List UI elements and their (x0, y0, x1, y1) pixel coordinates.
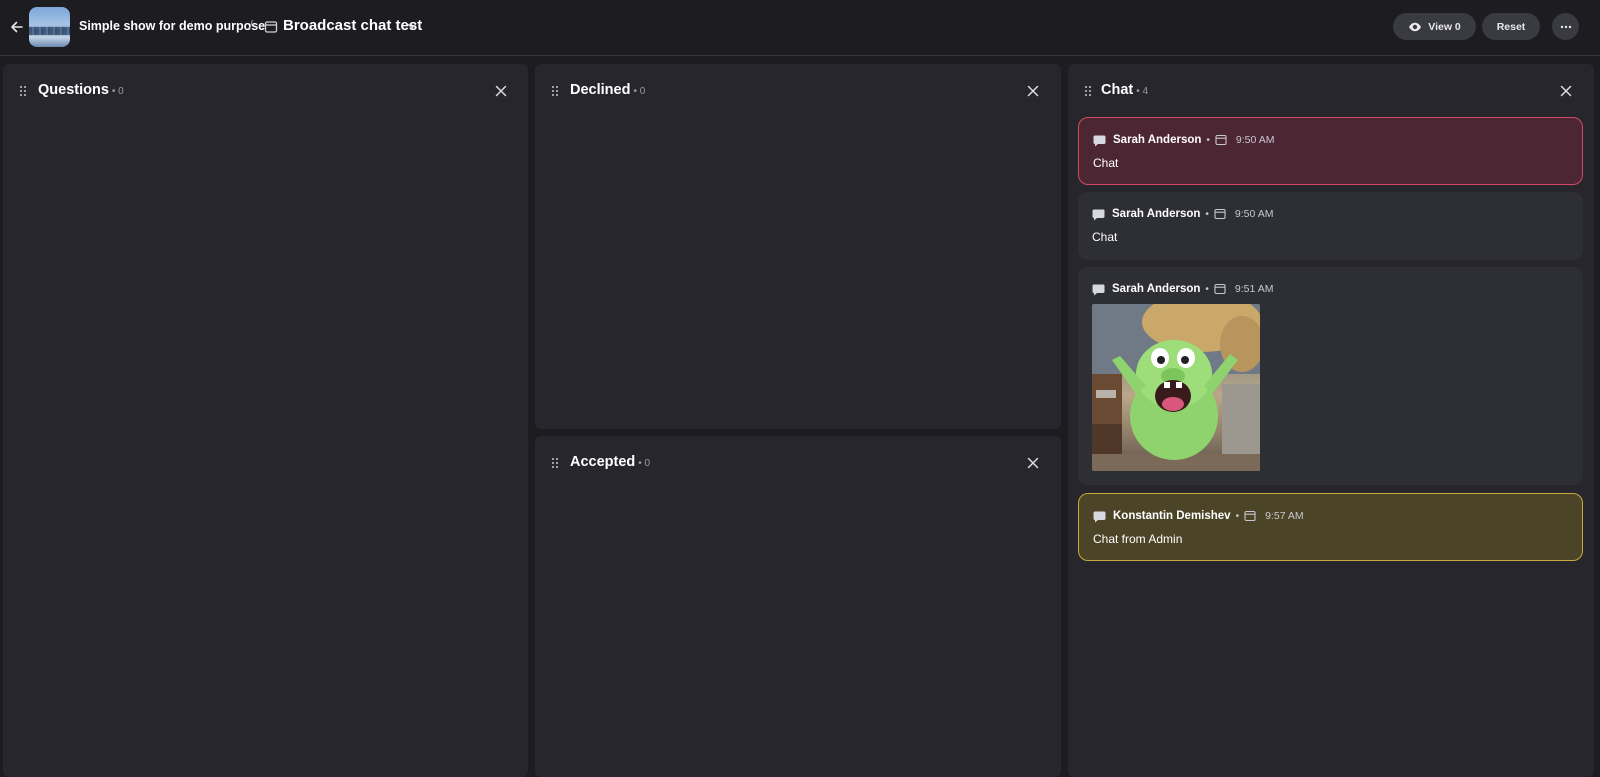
accepted-panel: Accepted • 0 (535, 436, 1061, 777)
close-icon[interactable] (1026, 84, 1040, 98)
panel-title: Accepted • 0 (570, 454, 650, 470)
window-icon (1244, 510, 1256, 522)
window-icon (1215, 134, 1227, 146)
questions-title: Questions (38, 82, 109, 98)
top-bar: Simple show for demo purpose / Broadcast… (0, 0, 1600, 56)
chat-title: Chat (1101, 82, 1134, 98)
window-icon (1214, 283, 1226, 295)
chat-message[interactable]: Konstantin Demishev • 9:57 AM Chat from … (1078, 493, 1583, 561)
drag-handle-icon[interactable] (551, 457, 559, 469)
message-text: Chat from Admin (1093, 532, 1183, 546)
green-character-picture (1092, 304, 1260, 471)
message-separator: • (1235, 510, 1240, 522)
chat-message[interactable]: Sarah Anderson • 9:50 AM Chat (1078, 117, 1583, 185)
drag-handle-icon[interactable] (551, 85, 559, 97)
message-image[interactable] (1092, 304, 1260, 471)
accepted-count: • 0 (638, 458, 651, 469)
message-author: Sarah Anderson (1113, 134, 1202, 146)
chat-message[interactable]: Sarah Anderson • 9:51 AM (1078, 267, 1583, 485)
accepted-title: Accepted (570, 454, 636, 470)
message-time: 9:50 AM (1235, 134, 1275, 146)
show-thumbnail[interactable] (29, 7, 70, 47)
close-icon[interactable] (1026, 456, 1040, 470)
message-header: Sarah Anderson • 9:50 AM (1092, 206, 1273, 222)
drag-handle-icon[interactable] (1084, 85, 1092, 97)
panel-title: Chat • 4 (1101, 82, 1148, 98)
message-text: Chat (1093, 156, 1119, 170)
questions-panel-header: Questions • 0 (3, 64, 528, 116)
window-icon (1214, 208, 1226, 220)
more-horizontal-icon (1560, 25, 1571, 28)
chat-bubble-icon (1092, 284, 1105, 295)
breadcrumb-separator: / (249, 17, 253, 33)
declined-title: Declined (570, 82, 631, 98)
chat-message[interactable]: Sarah Anderson • 9:50 AM Chat (1078, 192, 1583, 260)
chat-panel-header: Chat • 4 (1068, 64, 1594, 116)
calendar-icon (264, 21, 278, 33)
message-header: Konstantin Demishev • 9:57 AM (1093, 508, 1304, 524)
declined-count: • 0 (633, 86, 646, 97)
message-separator: • (1205, 283, 1209, 295)
back-button[interactable] (6, 16, 28, 38)
arrow-left-icon (11, 21, 23, 33)
close-icon[interactable] (494, 84, 508, 98)
event-title[interactable]: Broadcast chat test (283, 17, 422, 34)
accepted-panel-header: Accepted • 0 (535, 436, 1061, 488)
message-author: Sarah Anderson (1112, 283, 1201, 295)
drag-handle-icon[interactable] (19, 85, 27, 97)
reset-button[interactable]: Reset (1482, 13, 1540, 40)
message-author: Konstantin Demishev (1113, 510, 1231, 522)
panel-title: Questions • 0 (38, 82, 124, 98)
chat-count: • 4 (1136, 86, 1149, 97)
show-name-link[interactable]: Simple show for demo purpose (79, 19, 265, 33)
questions-count: • 0 (111, 86, 124, 97)
message-text: Chat (1092, 230, 1118, 244)
message-time: 9:51 AM (1234, 283, 1274, 295)
message-separator: • (1206, 134, 1210, 146)
message-header: Sarah Anderson • 9:50 AM (1093, 132, 1274, 148)
questions-panel: Questions • 0 (3, 64, 528, 777)
view-button[interactable]: View 0 (1393, 13, 1476, 40)
chat-bubble-icon (1093, 135, 1106, 146)
message-separator: • (1205, 208, 1209, 220)
eye-icon (1409, 22, 1422, 31)
chevron-down-icon[interactable] (406, 20, 418, 32)
message-author: Sarah Anderson (1112, 208, 1201, 220)
view-count-label: View 0 (1428, 20, 1461, 33)
message-header: Sarah Anderson • 9:51 AM (1092, 281, 1273, 297)
message-time: 9:50 AM (1234, 208, 1274, 220)
panel-title: Declined • 0 (570, 82, 645, 98)
declined-panel-header: Declined • 0 (535, 64, 1061, 116)
declined-panel: Declined • 0 (535, 64, 1061, 429)
chat-bubble-icon (1093, 511, 1106, 522)
chat-bubble-icon (1092, 209, 1105, 220)
message-time: 9:57 AM (1265, 510, 1304, 522)
close-icon[interactable] (1559, 84, 1573, 98)
more-options-button[interactable] (1552, 13, 1579, 40)
